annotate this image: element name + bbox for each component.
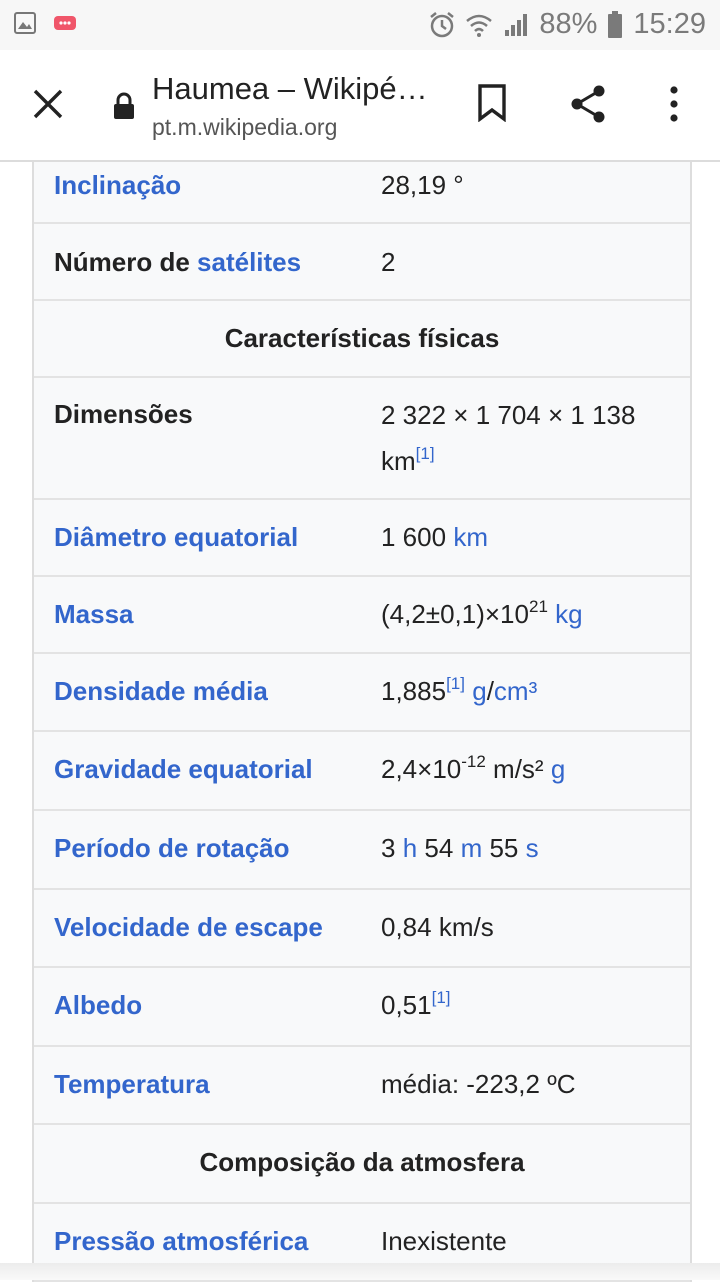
- hour-unit-link[interactable]: h: [403, 833, 417, 863]
- clock: 15:29: [633, 8, 706, 40]
- reference-link[interactable]: [1]: [416, 444, 435, 463]
- label-albedo-link[interactable]: Albedo: [54, 985, 142, 1025]
- row-massa: Massa (4,2±0,1)×1021 kg: [34, 577, 690, 654]
- label-gravidade-link[interactable]: Gravidade equatorial: [54, 749, 313, 789]
- row-periodo: Período de rotação 3 h 54 m 55 s: [34, 811, 690, 890]
- close-button[interactable]: [20, 76, 76, 132]
- url-bar[interactable]: Haumea – Wikipé… pt.m.wikipedia.org: [152, 70, 452, 142]
- browser-toolbar: Haumea – Wikipé… pt.m.wikipedia.org: [0, 50, 720, 162]
- bookmark-button[interactable]: [470, 78, 514, 128]
- label-velocidade-link[interactable]: Velocidade de escape: [54, 907, 323, 947]
- value-velocidade: 0,84 km/s: [381, 912, 494, 942]
- page-title: Haumea – Wikipé…: [152, 71, 428, 106]
- diametro-number: 1 600: [381, 522, 447, 552]
- dimensoes-line1: 2 322 × 1 704 × 1 138: [381, 400, 636, 430]
- label-pressao-link[interactable]: Pressão atmosférica: [54, 1221, 308, 1261]
- value-gravidade: 2,4×10-12 m/s² g: [381, 746, 674, 792]
- km-unit-link[interactable]: km: [453, 522, 488, 552]
- row-satelites: Número de satélites 2: [34, 224, 690, 301]
- label-periodo-link[interactable]: Período de rotação: [54, 828, 290, 868]
- cm3-unit-link[interactable]: cm³: [494, 676, 537, 706]
- g-link[interactable]: g: [551, 754, 565, 784]
- value-pressao: Inexistente: [381, 1226, 507, 1256]
- periodo-hours: 3: [381, 833, 396, 863]
- gallery-notification-icon: [14, 12, 36, 39]
- row-velocidade: Velocidade de escape 0,84 km/s: [34, 890, 690, 968]
- label-satelites-prefix: Número de: [54, 247, 198, 277]
- section-header-composicao: Composição da atmosfera: [34, 1125, 690, 1204]
- label-satelites: Número de satélites: [54, 242, 301, 282]
- value-massa: (4,2±0,1)×1021 kg: [381, 591, 674, 637]
- dimensoes-line2: km: [381, 446, 416, 476]
- g-unit-link[interactable]: g: [472, 676, 486, 706]
- wifi-icon: [465, 12, 493, 38]
- label-inclinacao-link[interactable]: Inclinação: [54, 165, 181, 205]
- value-inclinacao: 28,19 °: [381, 170, 464, 200]
- row-albedo: Albedo 0,51[1]: [34, 968, 690, 1047]
- infobox-table: Inclinação 28,19 ° Número de satélites 2…: [32, 162, 692, 1282]
- value-temperatura: média: -223,2 ºC: [381, 1069, 576, 1099]
- value-periodo: 3 h 54 m 55 s: [381, 825, 674, 871]
- more-options-button[interactable]: [652, 78, 696, 130]
- second-unit-link[interactable]: s: [526, 833, 539, 863]
- bookmark-icon: [478, 84, 506, 122]
- section-header-caracteristicas: Características físicas: [34, 301, 690, 378]
- massa-exponent: 21: [528, 597, 548, 616]
- densidade-number: 1,885: [381, 676, 447, 706]
- periodo-seconds: 55: [489, 833, 519, 863]
- row-dimensoes: Dimensões 2 322 × 1 704 × 1 138 km[1]: [34, 378, 690, 500]
- value-satelites: 2: [381, 247, 396, 277]
- value-dimensoes: 2 322 × 1 704 × 1 138 km[1]: [381, 392, 674, 484]
- page-bottom-edge: [0, 1263, 720, 1280]
- gravidade-unit: m/s²: [485, 754, 544, 784]
- row-densidade: Densidade média 1,885[1] g/cm³: [34, 654, 690, 732]
- albedo-number: 0,51: [381, 990, 432, 1020]
- row-temperatura: Temperatura média: -223,2 ºC: [34, 1047, 690, 1125]
- app-notification-icon: [54, 14, 76, 37]
- satelites-link[interactable]: satélites: [197, 247, 301, 277]
- alarm-icon: [429, 11, 455, 39]
- reference-link[interactable]: [1]: [446, 674, 465, 693]
- row-gravidade: Gravidade equatorial 2,4×10-12 m/s² g: [34, 732, 690, 811]
- label-diametro-link[interactable]: Diâmetro equatorial: [54, 517, 298, 557]
- status-bar: 88% 15:29: [0, 0, 720, 50]
- minute-unit-link[interactable]: m: [461, 833, 483, 863]
- battery-percent: 88%: [539, 8, 598, 40]
- periodo-minutes: 54: [424, 833, 454, 863]
- share-button[interactable]: [562, 78, 614, 130]
- value-diametro: 1 600 km: [381, 514, 674, 560]
- gravidade-number: 2,4×10: [381, 754, 462, 784]
- section-title-composicao: Composição da atmosfera: [199, 1147, 525, 1177]
- battery-icon: [607, 10, 623, 39]
- close-icon: [33, 89, 63, 119]
- unit-slash: /: [486, 676, 494, 706]
- value-densidade: 1,885[1] g/cm³: [381, 668, 674, 714]
- label-densidade-link[interactable]: Densidade média: [54, 671, 268, 711]
- lock-icon: [111, 90, 137, 122]
- label-massa-link[interactable]: Massa: [54, 594, 134, 634]
- value-albedo: 0,51[1]: [381, 982, 674, 1028]
- page-url: pt.m.wikipedia.org: [152, 114, 338, 140]
- section-title-caracteristicas: Características físicas: [224, 323, 500, 353]
- gravidade-exponent: -12: [461, 752, 486, 771]
- label-temperatura-link[interactable]: Temperatura: [54, 1064, 210, 1104]
- signal-icon: [503, 12, 529, 38]
- reference-link[interactable]: [1]: [432, 988, 451, 1007]
- label-dimensoes: Dimensões: [54, 399, 193, 429]
- share-icon: [571, 85, 605, 123]
- more-vertical-icon: [670, 86, 678, 122]
- kg-unit-link[interactable]: kg: [555, 599, 582, 629]
- massa-number: (4,2±0,1)×10: [381, 599, 529, 629]
- row-diametro: Diâmetro equatorial 1 600 km: [34, 500, 690, 577]
- row-inclinacao: Inclinação 28,19 °: [34, 162, 690, 224]
